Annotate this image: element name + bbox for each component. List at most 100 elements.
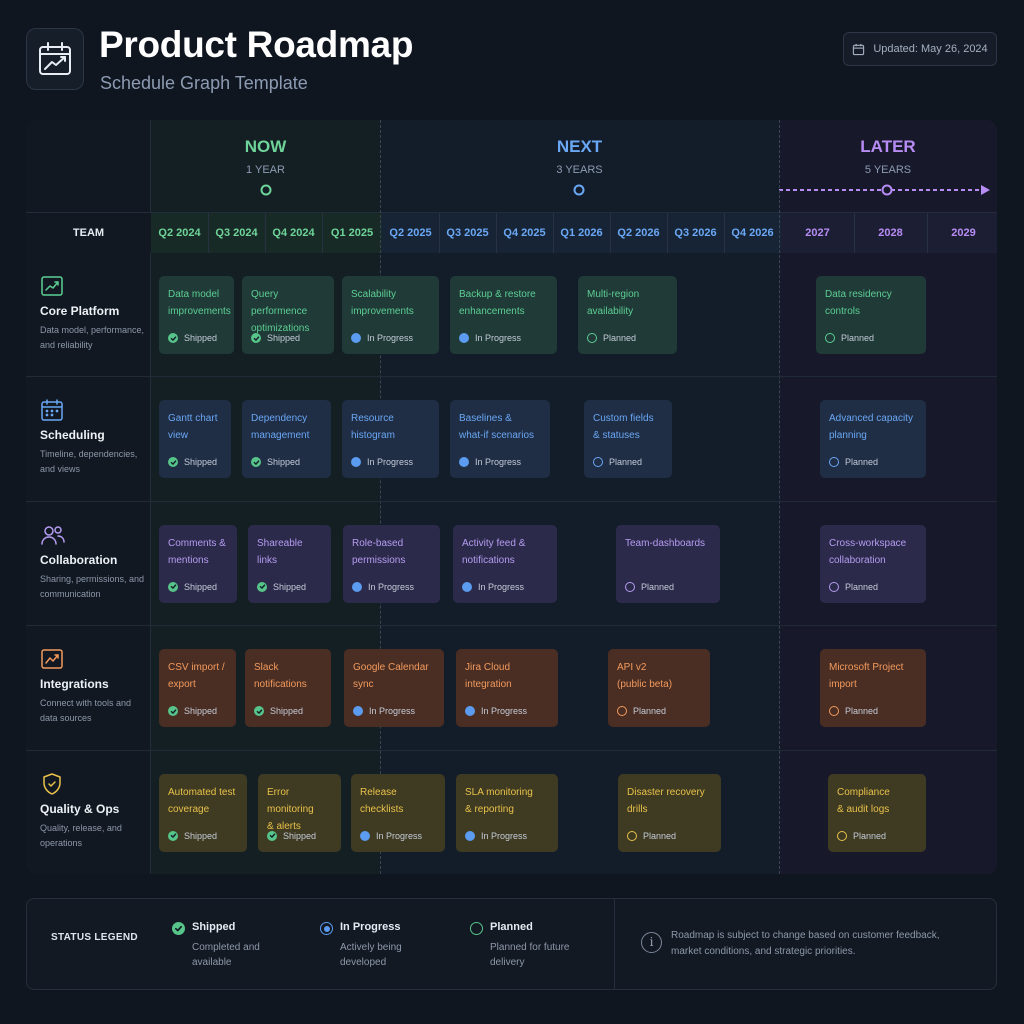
- status-legend: STATUS LEGEND Shipped Completed and avai…: [26, 898, 997, 990]
- status-label: In Progress: [475, 457, 522, 468]
- legend-shipped-desc: Completed and available: [192, 942, 260, 968]
- card-title: Compliance & audit logs: [837, 786, 890, 815]
- card-title: Disaster recovery drills: [627, 786, 705, 815]
- roadmap-card[interactable]: Data residency controls Planned: [816, 276, 926, 354]
- roadmap-card[interactable]: Baselines & what-if scenarios In Progress: [450, 400, 550, 479]
- card-status: In Progress: [465, 706, 528, 717]
- period-separator: [553, 213, 554, 253]
- period-header-q4-2026: Q4 2026: [724, 213, 781, 253]
- roadmap-card[interactable]: Dependency management Shipped: [242, 400, 331, 479]
- roadmap-card[interactable]: API v2 (public beta) Planned: [608, 649, 710, 728]
- team-integrations: Integrations Connect with tools and data …: [40, 647, 148, 726]
- roadmap-card[interactable]: Google Calendar sync In Progress: [344, 649, 444, 728]
- period-separator: [265, 213, 266, 253]
- roadmap-card[interactable]: Multi-region availability Planned: [578, 276, 677, 354]
- empty-circle-icon: [825, 333, 835, 343]
- period-header-q3-2025: Q3 2025: [439, 213, 496, 253]
- status-label: Planned: [845, 457, 879, 468]
- status-label: In Progress: [367, 333, 414, 343]
- card-status: Planned: [825, 333, 874, 343]
- card-status: In Progress: [462, 581, 525, 592]
- card-status: In Progress: [459, 457, 522, 468]
- roadmap-card[interactable]: Activity feed & notifications In Progress: [453, 524, 557, 603]
- legend-shipped-name: Shipped: [192, 921, 236, 933]
- roadmap-card[interactable]: Cross-workspace collaboration Planned: [820, 524, 926, 603]
- team-name: Collaboration: [40, 552, 118, 567]
- progress-dot-icon: [459, 333, 469, 343]
- roadmap-card[interactable]: Resource histogram In Progress: [342, 400, 439, 479]
- updated-text: Updated: May 26, 2024: [873, 43, 988, 55]
- status-label: In Progress: [481, 830, 528, 841]
- period-header-q2-2026: Q2 2026: [610, 213, 667, 253]
- roadmap-disclaimer: Roadmap is subject to change based on cu…: [671, 930, 940, 957]
- legend-planned-desc: Planned for future delivery: [490, 942, 570, 968]
- roadmap-card[interactable]: Team-dashboards Planned: [616, 524, 720, 603]
- empty-circle-icon: [829, 457, 839, 468]
- check-circle-icon: [267, 830, 277, 841]
- team-collaboration: Collaboration Sharing, permissions, and c…: [40, 523, 148, 602]
- roadmap-card[interactable]: Advanced capacity planning Planned: [820, 400, 926, 479]
- row-divider: [26, 500, 997, 502]
- check-circle-icon: [172, 922, 185, 935]
- roadmap-card[interactable]: Backup & restore enhancements In Progress: [450, 276, 557, 354]
- empty-circle-icon: [627, 830, 637, 841]
- card-status: Planned: [829, 457, 879, 468]
- card-title: Baselines & what-if scenarios: [459, 413, 535, 442]
- progress-dot-icon: [465, 830, 475, 841]
- period-separator: [208, 213, 209, 253]
- card-title: SLA monitoring & reporting: [465, 786, 533, 815]
- status-label: In Progress: [481, 706, 528, 717]
- card-title: Custom fields & statuses: [593, 413, 654, 442]
- status-label: Planned: [603, 333, 637, 343]
- roadmap-card[interactable]: Release checklists In Progress: [351, 773, 445, 852]
- check-circle-icon: [251, 457, 261, 468]
- roadmap-card[interactable]: Jira Cloud integration In Progress: [456, 649, 558, 728]
- roadmap-card[interactable]: Automated test coverage Shipped: [159, 773, 247, 852]
- phase-timeline: [151, 184, 990, 196]
- roadmap-card[interactable]: Shareable links Shipped: [248, 524, 331, 603]
- empty-circle-icon: [625, 581, 635, 592]
- roadmap-card[interactable]: Role-based permissions In Progress: [343, 524, 440, 603]
- status-label: Planned: [845, 706, 879, 717]
- phase-divider-now-next: [380, 120, 381, 874]
- card-status: Shipped: [168, 830, 217, 841]
- roadmap-card[interactable]: Custom fields & statuses Planned: [584, 400, 672, 479]
- roadmap-card[interactable]: Query performence optimizations Shipped: [242, 276, 334, 354]
- roadmap-card[interactable]: Slack notifications Shipped: [245, 649, 331, 728]
- roadmap-card[interactable]: Microsoft Project import Planned: [820, 649, 926, 728]
- roadmap-card[interactable]: Gantt chart view Shipped: [159, 400, 231, 479]
- status-label: Shipped: [184, 333, 218, 343]
- card-status: Shipped: [168, 706, 217, 717]
- card-title: Query performence optimizations: [251, 289, 310, 334]
- card-title: Backup & restore enhancements: [459, 289, 536, 317]
- roadmap-card[interactable]: Error monitoring & alerts Shipped: [258, 773, 341, 852]
- legend-planned-name: Planned: [490, 921, 533, 933]
- roadmap-card[interactable]: Scalability improvements In Progress: [342, 276, 439, 354]
- card-status: Shipped: [267, 830, 316, 841]
- team-scheduling: Scheduling Timeline, dependencies, and vi…: [40, 398, 148, 477]
- card-title: Comments & mentions: [168, 537, 226, 566]
- roadmap-card[interactable]: Comments & mentions Shipped: [159, 524, 237, 603]
- roadmap-card[interactable]: Data model improvements Shipped: [159, 276, 234, 354]
- roadmap-card[interactable]: SLA monitoring & reporting In Progress: [456, 773, 558, 852]
- card-status: In Progress: [352, 581, 414, 592]
- team-description: Sharing, permissions, and communication: [40, 573, 145, 599]
- roadmap-card[interactable]: Disaster recovery drills Planned: [618, 773, 721, 852]
- legend-in-progress-desc: Actively being developed: [340, 942, 402, 968]
- card-status: Planned: [625, 581, 675, 592]
- row-divider: [26, 625, 997, 627]
- period-header-q1-2026: Q1 2026: [553, 213, 610, 253]
- period-separator: [322, 213, 323, 253]
- empty-circle-icon: [829, 706, 839, 717]
- card-title: Slack notifications: [254, 662, 307, 691]
- status-label: Planned: [641, 581, 675, 592]
- card-title: Release checklists: [360, 786, 404, 815]
- period-header-q4-2024: Q4 2024: [265, 213, 322, 253]
- roadmap-card[interactable]: Compliance & audit logs Planned: [828, 773, 926, 852]
- status-label: Planned: [633, 706, 667, 717]
- status-label: In Progress: [478, 581, 525, 592]
- phase-divider-next-later: [779, 120, 780, 874]
- roadmap-card[interactable]: CSV import / export Shipped: [159, 649, 236, 728]
- card-title: Dependency management: [251, 413, 310, 442]
- empty-circle-icon: [617, 706, 627, 717]
